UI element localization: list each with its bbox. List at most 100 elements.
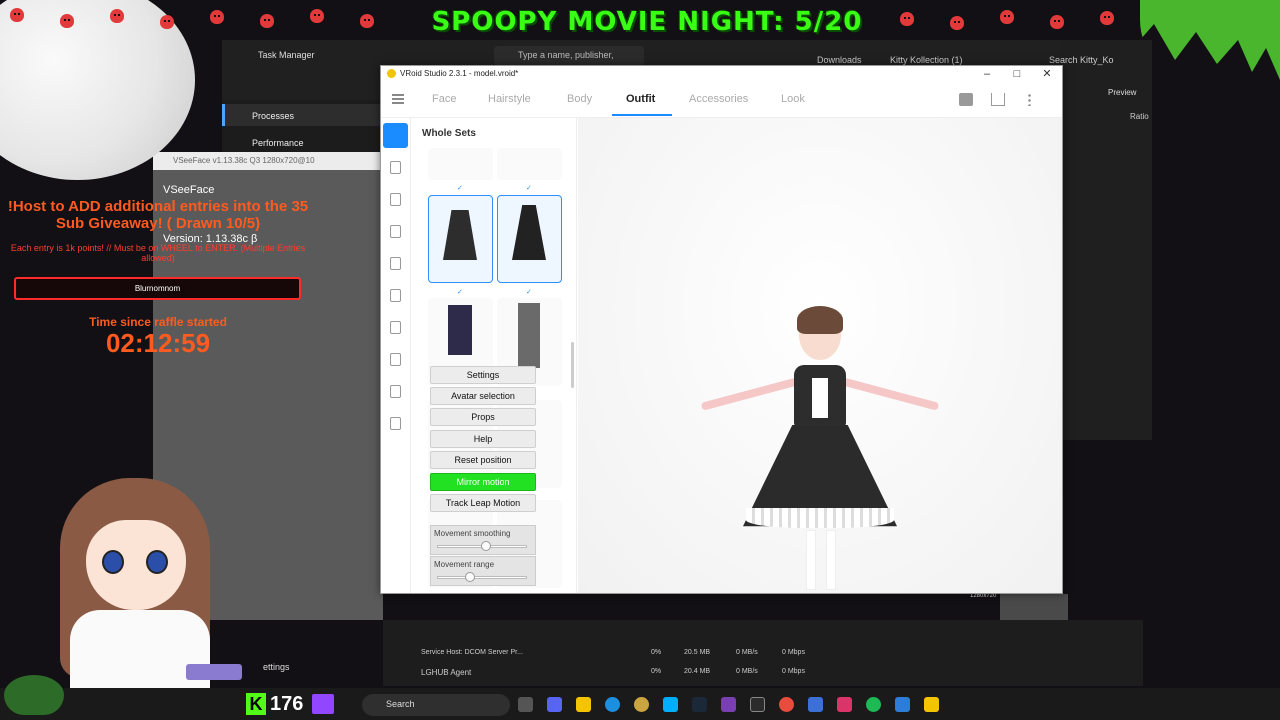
process-row-name[interactable]: LGHUB Agent [421,668,471,677]
sidebar-item-wholesets[interactable] [383,123,408,148]
process-row-mem: 20.5 MB [684,649,711,656]
twitch-logo-icon [312,694,334,714]
kick-logo-icon: K [246,693,266,715]
export-icon[interactable] [991,93,1005,106]
discord-icon[interactable] [547,697,562,712]
outfit-tile[interactable] [497,148,562,180]
accessory-icon[interactable] [390,417,401,430]
process-row-cpu: 0% [651,649,662,656]
taskbar-search[interactable]: Search [362,694,510,716]
active-tab-indicator [612,114,672,116]
wow-icon[interactable] [634,697,649,712]
process-row-net: 0 Mbps [782,649,805,656]
taskview-icon[interactable] [518,697,533,712]
vroid-logo-icon [387,69,396,78]
camera-icon[interactable] [959,93,973,106]
model-leg [826,530,836,590]
avatar-selection-button[interactable]: Avatar selection [430,387,536,405]
check-icon: ✓ [457,289,463,296]
outfit-tile[interactable] [428,148,493,180]
raffle-subtitle: Each entry is 1k points! // Must be on W… [10,243,306,263]
spotify-icon[interactable] [866,697,881,712]
slider-knob[interactable] [481,541,491,551]
help-button[interactable]: Help [430,430,536,448]
steam-icon[interactable] [692,697,707,712]
edge-icon[interactable] [605,697,620,712]
tab-face[interactable]: Face [432,93,456,105]
file-explorer-icon[interactable] [576,697,591,712]
raffle-winner: Blurnomnom [14,277,301,300]
tab-body[interactable]: Body [567,93,592,105]
viewer-count: 176 [270,693,304,715]
close-icon[interactable]: ✕ [1032,67,1062,81]
process-row-cpu: 0% [651,668,662,675]
model-collar [812,378,828,418]
bottoms-icon[interactable] [390,257,401,270]
task-manager-title: Task Manager [258,50,315,60]
socks-icon[interactable] [390,321,401,334]
tab-hairstyle[interactable]: Hairstyle [488,93,531,105]
check-icon: ✓ [457,185,463,192]
task-manager-search[interactable]: Type a name, publisher, [494,46,644,66]
props-button[interactable]: Props [430,408,536,426]
panel-scrollbar[interactable] [571,342,574,388]
explorer-window [1060,40,1152,440]
process-row-disk: 0 MB/s [736,649,758,656]
process-row-name[interactable]: Service Host: DCOM Server Pr... [421,649,523,656]
slider-track[interactable] [437,576,527,579]
settings-icon[interactable] [750,697,765,712]
slime-decoration [1140,0,1280,80]
tops-icon[interactable] [390,161,401,174]
tab-look[interactable]: Look [781,93,805,105]
breadcrumb-kitty[interactable]: Kitty Kollection (1) [890,55,963,65]
jacket-icon[interactable] [390,193,401,206]
minimize-icon[interactable]: – [972,67,1002,81]
track-leap-motion-button[interactable]: Track Leap Motion [430,494,536,512]
movement-smoothing-slider[interactable]: Movement smoothing [430,525,536,555]
outfit-thumbnail [448,305,472,355]
raffle-timer-label: Time since raffle started [89,315,227,329]
slider-label: Movement smoothing [434,529,511,538]
check-icon: ✓ [526,185,532,192]
vseeface-name: VSeeFace [163,184,215,196]
vtuber-eye-left [102,550,124,574]
onepiece-icon[interactable] [390,225,401,238]
nav-processes[interactable]: Processes [252,111,294,121]
battlenet-icon[interactable] [663,697,678,712]
model-hair [797,306,843,334]
stream-badge [186,664,242,680]
settings-button[interactable]: Settings [430,366,536,384]
raffle-timer: 02:12:59 [105,328,211,358]
breadcrumb-downloads[interactable]: Downloads [817,55,862,65]
vtuber-eye-right [146,550,168,574]
nav-performance[interactable]: Performance [252,138,304,148]
app-icon[interactable] [895,697,910,712]
cauldron-decoration [4,675,64,715]
gloves-icon[interactable] [390,385,401,398]
shoes-icon[interactable] [390,353,401,366]
explorer-search[interactable]: Search Kitty_Ko [1049,55,1114,65]
maximize-icon[interactable]: □ [1002,67,1032,81]
process-row-disk: 0 MB/s [736,668,758,675]
app-icon[interactable] [721,697,736,712]
model-leg [806,530,816,590]
settings-label[interactable]: ettings [263,662,290,672]
tab-outfit[interactable]: Outfit [626,93,655,105]
app-icon[interactable] [837,697,852,712]
process-row-mem: 20.4 MB [684,668,711,675]
more-icon[interactable] [1028,93,1031,106]
chrome-icon[interactable] [779,697,794,712]
movement-range-slider[interactable]: Movement range [430,556,536,586]
ratio-label: Ratio [1130,112,1149,121]
menu-icon[interactable] [392,94,404,104]
mirror-motion-toggle[interactable]: Mirror motion [430,473,536,491]
vroid-taskbar-icon[interactable] [808,697,823,712]
slider-knob[interactable] [465,572,475,582]
vseeface-right-panel [1000,594,1068,620]
tights-icon[interactable] [390,289,401,302]
preview-label[interactable]: Preview [1108,88,1136,97]
reset-position-button[interactable]: Reset position [430,451,536,469]
vroid-studio-icon[interactable] [924,697,939,712]
tab-accessories[interactable]: Accessories [689,93,748,105]
process-row-net: 0 Mbps [782,668,805,675]
